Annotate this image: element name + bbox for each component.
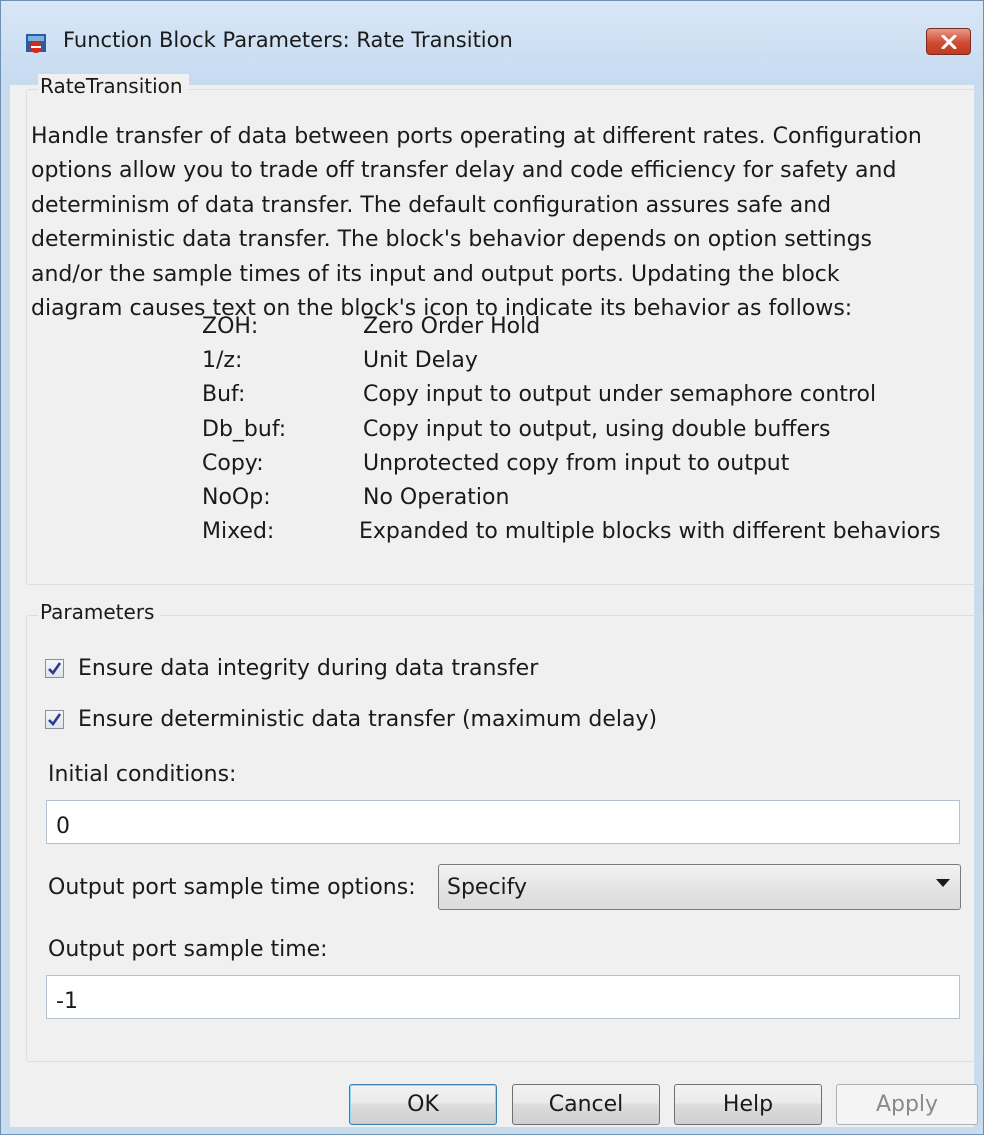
help-button[interactable]: Help bbox=[674, 1084, 822, 1125]
ensure-deterministic-label[interactable]: Ensure deterministic data transfer (maxi… bbox=[78, 707, 657, 732]
sample-time-label: Output port sample time: bbox=[48, 937, 328, 962]
sample-time-input[interactable]: -1 bbox=[46, 975, 960, 1019]
block-description: Handle transfer of data between ports op… bbox=[31, 120, 971, 326]
ensure-integrity-checkbox[interactable] bbox=[45, 659, 64, 678]
behavior-code: Db_buf: bbox=[202, 417, 287, 442]
close-button[interactable] bbox=[926, 28, 971, 55]
apply-button[interactable]: Apply bbox=[836, 1084, 978, 1125]
behavior-code: Copy: bbox=[202, 451, 264, 476]
behavior-code: NoOp: bbox=[202, 485, 271, 510]
behavior-meaning: Unprotected copy from input to output bbox=[363, 451, 790, 476]
behavior-code: Buf: bbox=[202, 382, 246, 407]
description-line: Handle transfer of data between ports op… bbox=[31, 124, 922, 149]
behavior-meaning: Zero Order Hold bbox=[363, 314, 541, 339]
title-bar[interactable]: Function Block Parameters: Rate Transiti… bbox=[1, 1, 983, 85]
description-line: and/or the sample times of its input and… bbox=[31, 261, 840, 287]
ok-button[interactable]: OK bbox=[349, 1084, 497, 1125]
description-line: options allow you to trade off transfer … bbox=[31, 158, 897, 184]
simulink-app-icon bbox=[26, 34, 46, 53]
chevron-down-icon bbox=[936, 879, 950, 887]
ensure-integrity-label[interactable]: Ensure data integrity during data transf… bbox=[78, 656, 538, 681]
behavior-meaning: Copy input to output, using double buffe… bbox=[363, 417, 831, 442]
behavior-code: 1/z: bbox=[202, 348, 243, 373]
checkmark-icon bbox=[48, 713, 62, 727]
parameters-legend: Parameters bbox=[38, 600, 161, 624]
cancel-button[interactable]: Cancel bbox=[512, 1084, 660, 1125]
initial-conditions-input[interactable]: 0 bbox=[46, 800, 960, 844]
behavior-meaning: Copy input to output under semaphore con… bbox=[363, 382, 877, 407]
behavior-code: ZOH: bbox=[202, 314, 259, 339]
behavior-meaning: Expanded to multiple blocks with differe… bbox=[359, 519, 941, 544]
sample-time-options-value: Specify bbox=[447, 875, 528, 900]
window-title: Function Block Parameters: Rate Transiti… bbox=[63, 28, 513, 52]
ensure-deterministic-checkbox[interactable] bbox=[45, 710, 64, 729]
behavior-code: Mixed: bbox=[202, 519, 275, 544]
checkmark-icon bbox=[48, 662, 62, 676]
sample-time-options-select[interactable]: Specify bbox=[438, 864, 961, 910]
sample-time-options-label: Output port sample time options: bbox=[48, 875, 416, 900]
initial-conditions-label: Initial conditions: bbox=[48, 762, 237, 787]
behavior-meaning: No Operation bbox=[363, 485, 510, 510]
block-description-legend: RateTransition bbox=[38, 74, 189, 98]
behavior-meaning: Unit Delay bbox=[363, 348, 478, 373]
description-line: determinism of data transfer. The defaul… bbox=[31, 192, 832, 218]
close-icon bbox=[941, 35, 957, 49]
description-line: deterministic data transfer. The block's… bbox=[31, 227, 872, 253]
dialog-window: Function Block Parameters: Rate Transiti… bbox=[0, 0, 984, 1135]
